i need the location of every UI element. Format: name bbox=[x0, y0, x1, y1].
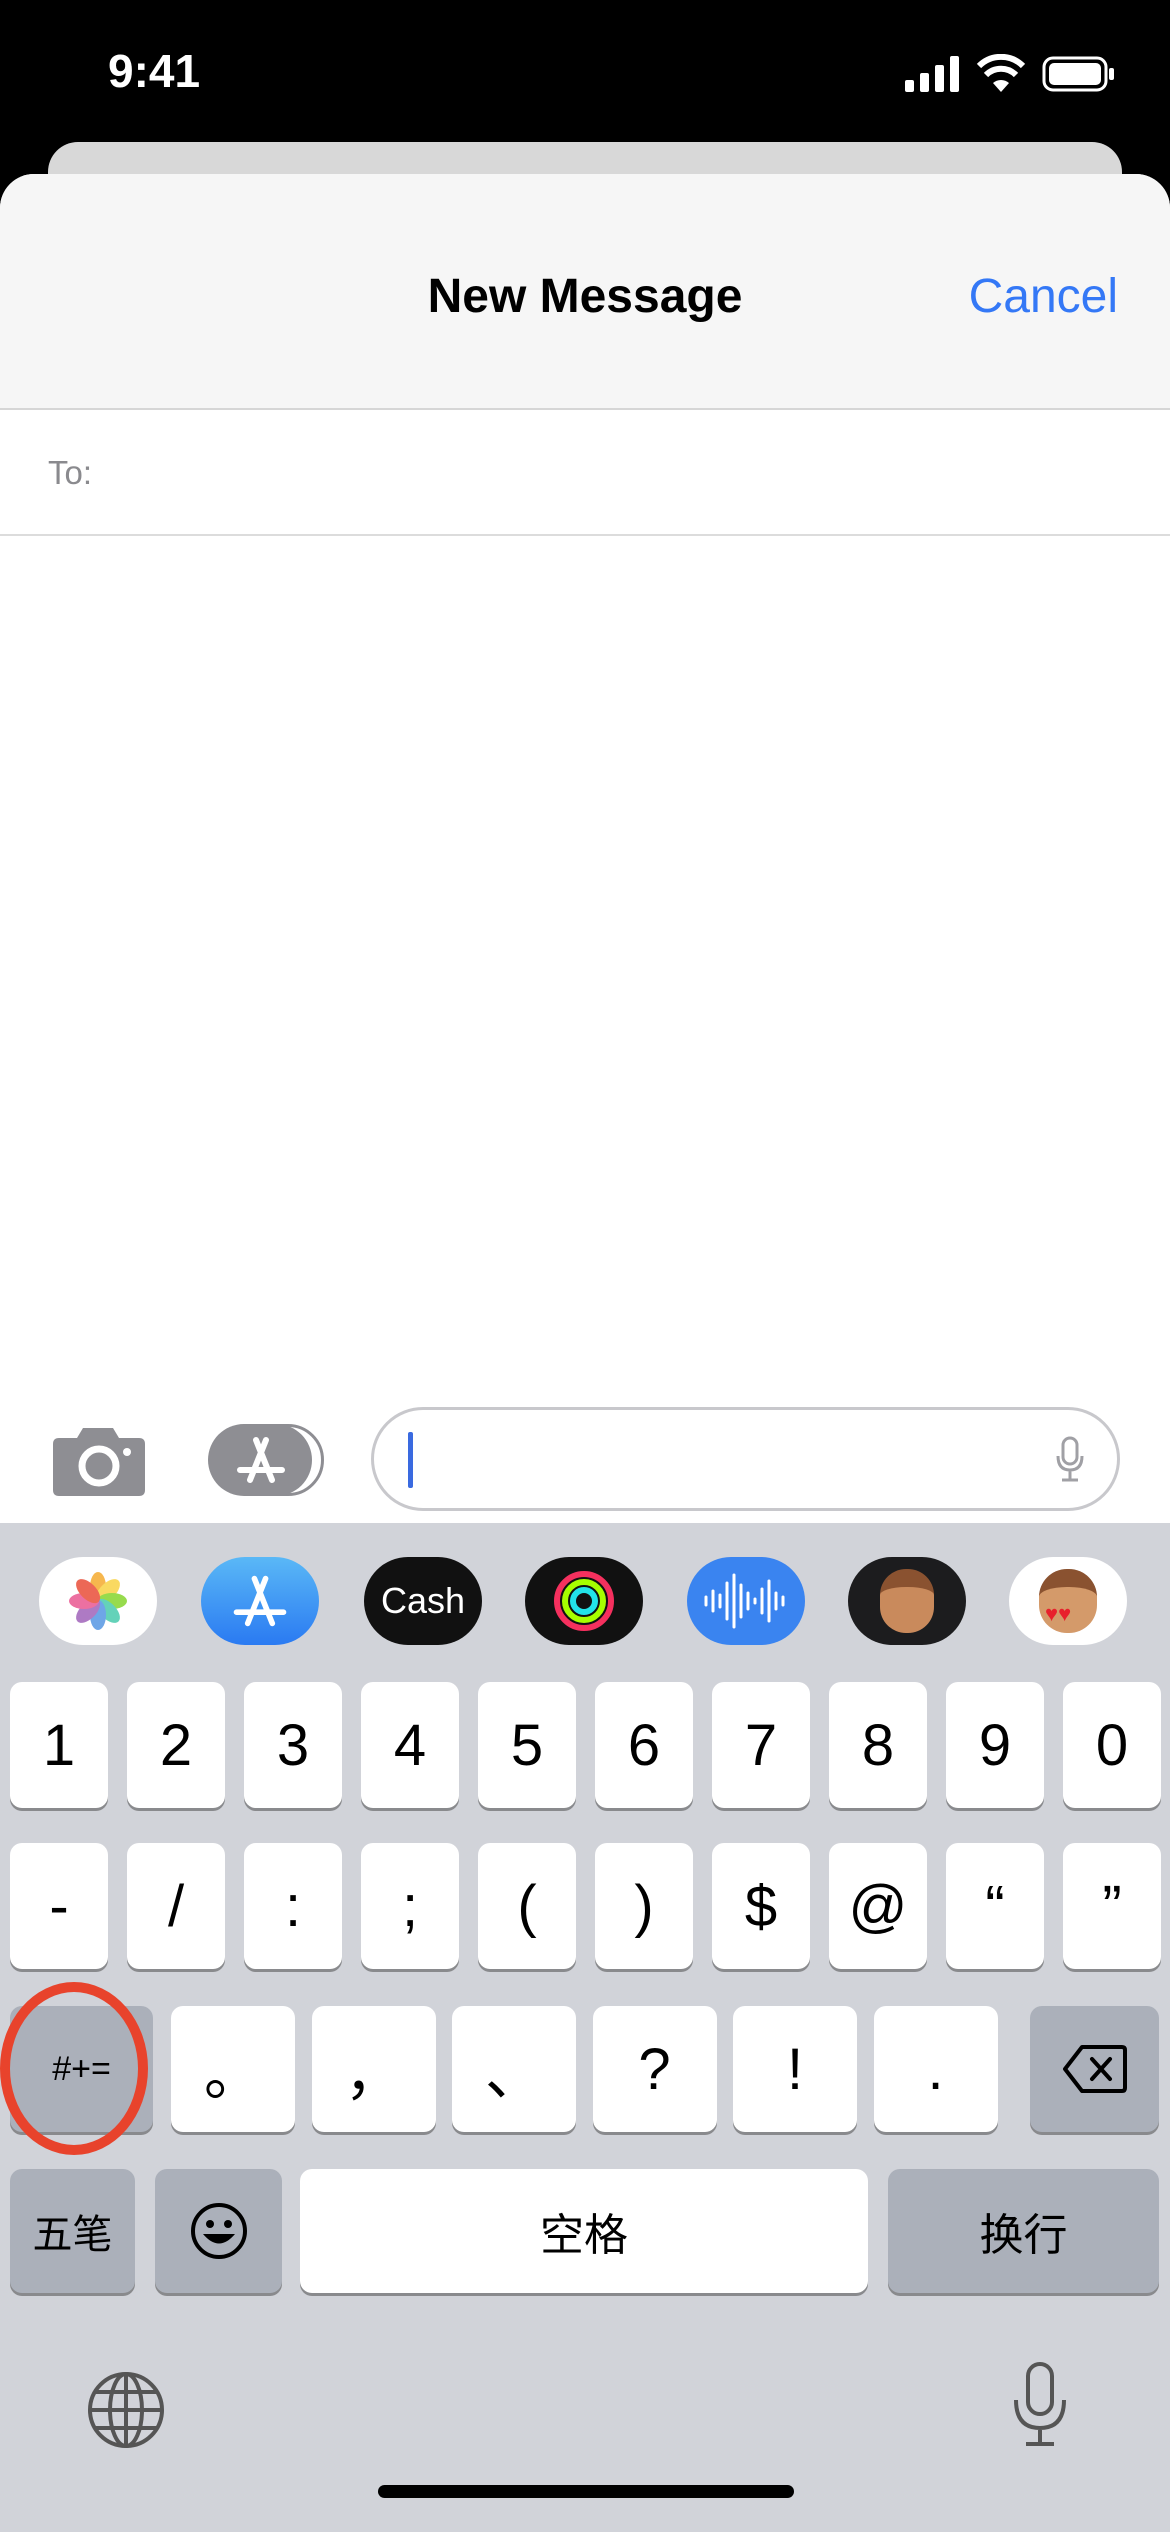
key[interactable]: 1 bbox=[10, 1682, 108, 1808]
new-message-sheet: New Message Cancel To: Cash ♥♥ 123456789… bbox=[0, 174, 1170, 2532]
key[interactable]: ; bbox=[361, 1843, 459, 1969]
key[interactable]: 8 bbox=[829, 1682, 927, 1808]
text-caret bbox=[408, 1432, 413, 1488]
app-store-icon bbox=[237, 1437, 285, 1483]
key[interactable]: ? bbox=[592, 2006, 717, 2132]
nav-header: New Message Cancel bbox=[0, 174, 1170, 410]
memoji-stickers-app-icon[interactable]: ♥♥ bbox=[1009, 1557, 1127, 1645]
key[interactable]: . bbox=[873, 2006, 998, 2132]
delete-key[interactable] bbox=[1030, 2006, 1159, 2132]
apple-cash-app-icon[interactable]: Cash bbox=[364, 1557, 482, 1645]
key[interactable]: 5 bbox=[478, 1682, 576, 1808]
status-bar: 9:41 bbox=[0, 0, 1170, 150]
key[interactable]: 。 bbox=[171, 2006, 295, 2132]
keyboard: Cash ♥♥ 1 2 3 4 5 6 7 8 9 0- /:;() $ @ “”。，、?!. #+= 五… bbox=[0, 1523, 1170, 2532]
activity-app-icon[interactable] bbox=[525, 1557, 643, 1645]
key[interactable]: ( bbox=[478, 1843, 576, 1969]
key[interactable]: 9 bbox=[946, 1682, 1044, 1808]
space-key[interactable]: 空格 bbox=[300, 2169, 868, 2293]
key[interactable]: 4 bbox=[361, 1682, 459, 1808]
key[interactable]: : bbox=[244, 1843, 342, 1969]
key[interactable]: 2 bbox=[127, 1682, 225, 1808]
wifi-icon bbox=[976, 54, 1026, 92]
globe-icon[interactable] bbox=[86, 2370, 166, 2450]
highlight-circle bbox=[0, 1982, 148, 2155]
delete-icon bbox=[1062, 2045, 1127, 2093]
microphone-icon[interactable] bbox=[1055, 1436, 1085, 1482]
key[interactable]: @ bbox=[829, 1843, 927, 1969]
battery-icon bbox=[1042, 56, 1114, 92]
camera-icon[interactable] bbox=[53, 1424, 145, 1496]
key[interactable]: 0 bbox=[1063, 1682, 1161, 1808]
key[interactable]: 3 bbox=[244, 1682, 342, 1808]
key[interactable]: - bbox=[10, 1843, 108, 1969]
key[interactable]: ” bbox=[1063, 1843, 1161, 1969]
key[interactable]: ! bbox=[733, 2006, 857, 2132]
key[interactable]: 、 bbox=[452, 2006, 576, 2132]
key[interactable]: / bbox=[127, 1843, 225, 1969]
photos-app-icon[interactable] bbox=[39, 1557, 157, 1645]
dictation-mic-icon[interactable] bbox=[1010, 2360, 1070, 2450]
to-field[interactable]: To: bbox=[0, 410, 1170, 536]
to-label: To: bbox=[48, 454, 93, 491]
key[interactable]: 7 bbox=[712, 1682, 810, 1808]
key[interactable]: ， bbox=[311, 2006, 436, 2132]
home-indicator[interactable] bbox=[378, 2485, 794, 2498]
app-store-button[interactable] bbox=[208, 1424, 324, 1496]
key[interactable]: ) bbox=[595, 1843, 693, 1969]
signal-icon bbox=[905, 56, 959, 92]
emoji-key[interactable] bbox=[155, 2169, 282, 2293]
audio-message-app-icon[interactable] bbox=[687, 1557, 805, 1645]
message-input[interactable] bbox=[371, 1407, 1120, 1511]
key[interactable]: 6 bbox=[595, 1682, 693, 1808]
app-store-app-icon[interactable] bbox=[201, 1557, 319, 1645]
memoji-app-icon[interactable] bbox=[848, 1557, 966, 1645]
status-time: 9:41 bbox=[108, 45, 201, 97]
return-key[interactable]: 换行 bbox=[888, 2169, 1159, 2293]
key[interactable]: “ bbox=[946, 1843, 1044, 1969]
ime-switch-key[interactable]: 五笔 bbox=[10, 2169, 135, 2293]
cash-label: Cash bbox=[380, 1580, 466, 1621]
cancel-button[interactable]: Cancel bbox=[969, 269, 1118, 324]
key[interactable]: $ bbox=[712, 1843, 810, 1969]
emoji-icon bbox=[190, 2203, 247, 2259]
